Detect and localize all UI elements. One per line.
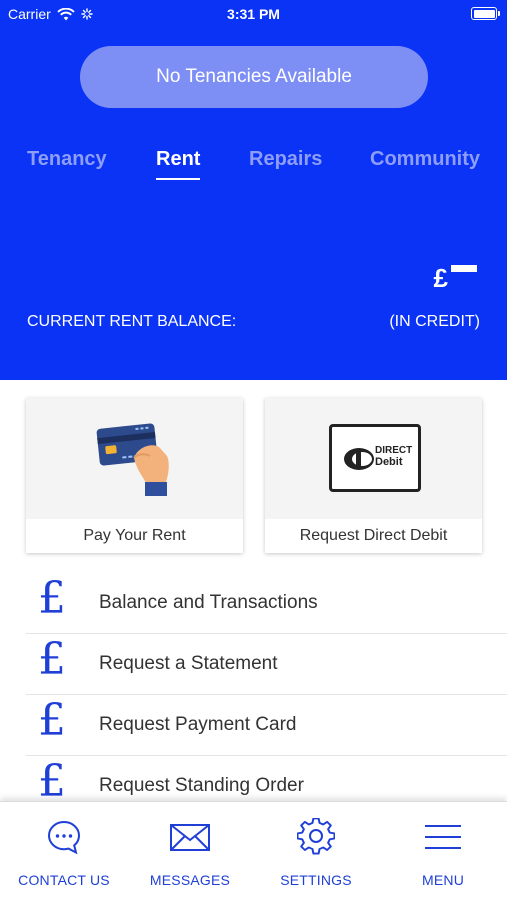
hand-card-icon	[96, 423, 169, 496]
pound-icon: £	[38, 756, 66, 807]
nav-menu[interactable]: MENU	[380, 818, 506, 888]
direct-debit-label: Request Direct Debit	[299, 527, 448, 544]
rent-balance-amount: £	[434, 262, 477, 291]
chat-bubble-icon	[47, 820, 81, 855]
pound-icon: £	[38, 573, 66, 624]
nav-messages[interactable]: MESSAGES	[127, 818, 253, 888]
direct-debit-card[interactable]: DIRECT Debit Request Direct Debit	[265, 398, 482, 553]
envelope-icon	[170, 824, 210, 851]
nav-contact-us-label: CONTACT US	[18, 872, 110, 888]
list-item-label: Request Standing Order	[99, 775, 304, 796]
tab-rent[interactable]: Rent	[156, 148, 201, 180]
tab-community[interactable]: Community	[370, 148, 480, 171]
battery-icon	[471, 7, 500, 20]
balance-status: (IN CREDIT)	[389, 313, 480, 330]
pound-symbol: £	[433, 263, 448, 293]
amount-placeholder-bar	[451, 265, 477, 272]
tab-tenancy[interactable]: Tenancy	[27, 148, 107, 171]
balance-label: CURRENT RENT BALANCE:	[27, 313, 237, 330]
pay-rent-label: Pay Your Rent	[83, 527, 186, 544]
status-time: 3:31 PM	[227, 6, 280, 22]
list-item-balance-transactions[interactable]: £ Balance and Transactions	[26, 573, 507, 634]
direct-debit-image: DIRECT Debit	[265, 398, 482, 519]
list-item-label: Balance and Transactions	[99, 592, 318, 613]
rent-header: Carrier 3:31 PM No Tenancies Available T…	[0, 0, 507, 380]
hamburger-icon	[425, 825, 461, 849]
list-item-label: Request a Statement	[99, 653, 278, 674]
direct-debit-word-1: DIRECT	[375, 445, 413, 456]
list-item-label: Request Payment Card	[99, 714, 297, 735]
pay-rent-card[interactable]: Pay Your Rent	[26, 398, 243, 553]
status-bar: Carrier 3:31 PM	[0, 0, 507, 28]
nav-messages-label: MESSAGES	[149, 872, 231, 888]
nav-menu-label: MENU	[421, 872, 465, 888]
gear-icon	[297, 818, 335, 855]
list-item-request-statement[interactable]: £ Request a Statement	[26, 634, 507, 695]
pound-icon: £	[38, 695, 66, 746]
bottom-navigation: CONTACT US MESSAGES SETTINGS MENU	[0, 801, 507, 900]
pay-rent-image	[26, 398, 243, 519]
direct-debit-logo: DIRECT Debit	[329, 424, 421, 492]
tenancy-selector[interactable]: No Tenancies Available	[80, 46, 428, 108]
tab-repairs[interactable]: Repairs	[249, 148, 322, 171]
list-item-request-payment-card[interactable]: £ Request Payment Card	[26, 695, 507, 756]
nav-contact-us[interactable]: CONTACT US	[1, 818, 127, 888]
nav-settings[interactable]: SETTINGS	[253, 818, 379, 888]
pound-icon: £	[38, 634, 66, 685]
nav-settings-label: SETTINGS	[280, 872, 352, 888]
rent-actions-list: £ Balance and Transactions £ Request a S…	[26, 573, 507, 817]
section-tabs: Tenancy Rent Repairs Community	[0, 148, 507, 188]
direct-debit-word-2: Debit	[375, 456, 403, 468]
